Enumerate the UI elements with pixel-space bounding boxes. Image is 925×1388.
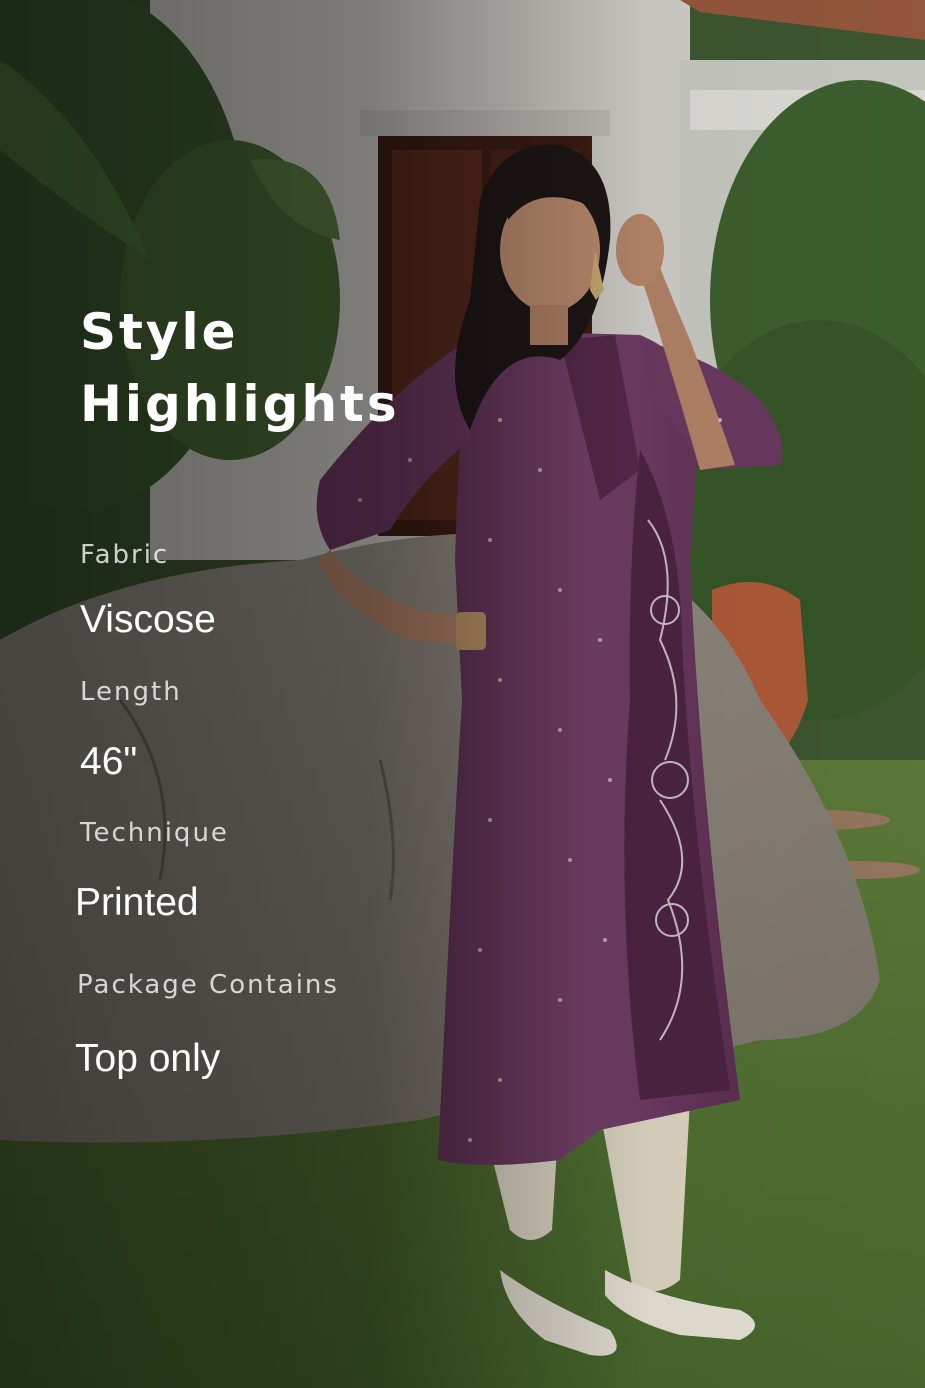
technique-label: Technique — [80, 818, 229, 848]
fabric-value: Viscose — [80, 598, 216, 641]
product-banner: Style Highlights Fabric Viscose Length 4… — [0, 0, 925, 1388]
title-line-2: Highlights — [80, 375, 400, 433]
length-value: 46" — [80, 740, 138, 783]
section-title: Style Highlights — [80, 296, 400, 440]
length-label: Length — [80, 677, 182, 707]
package-label: Package Contains — [77, 970, 339, 1000]
package-value: Top only — [75, 1037, 221, 1080]
technique-value: Printed — [75, 881, 199, 924]
title-line-1: Style — [80, 303, 239, 361]
fabric-label: Fabric — [80, 540, 170, 570]
